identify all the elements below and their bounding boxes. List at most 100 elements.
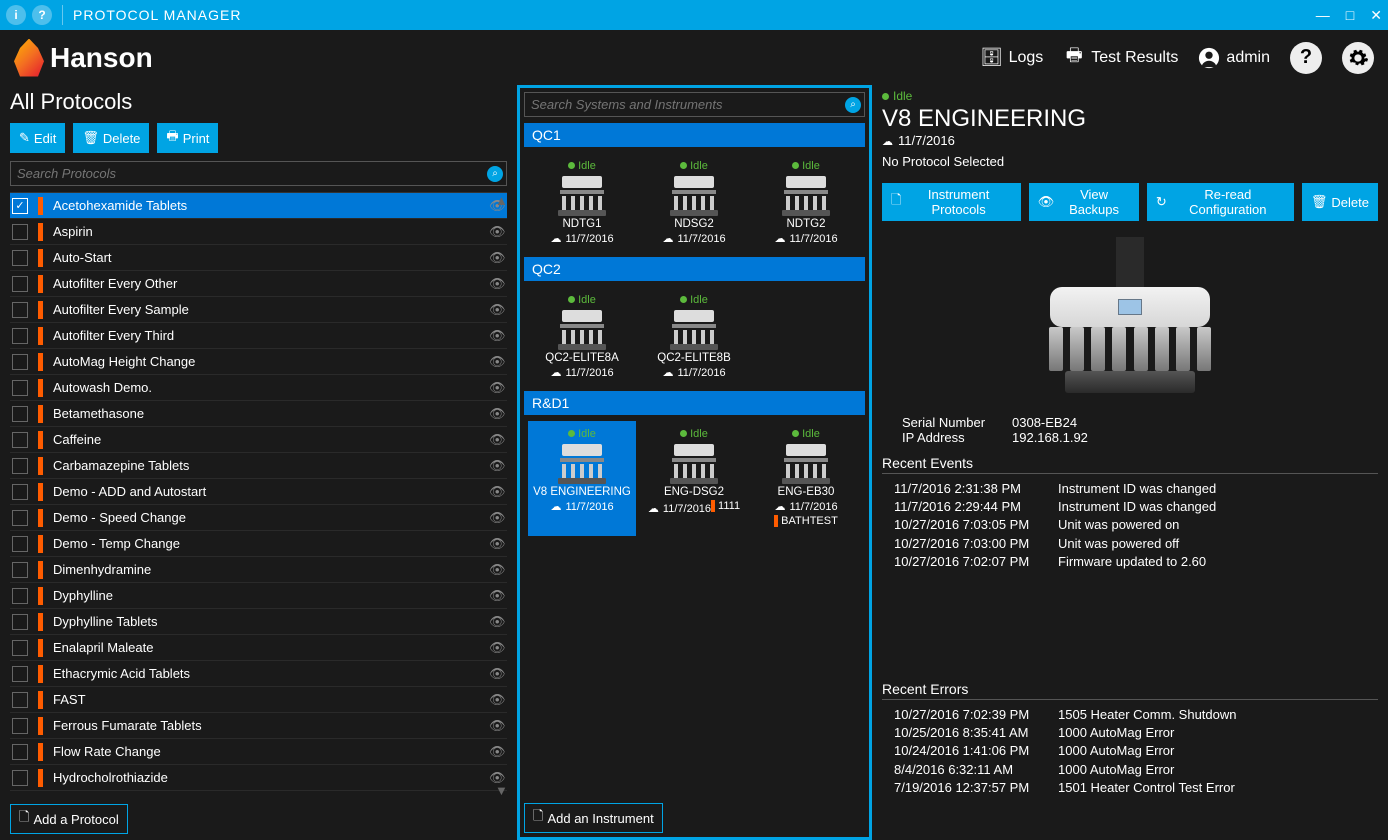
delete-button[interactable]: 🗑 Delete xyxy=(73,123,149,153)
instrument-card[interactable]: Idle QC2-ELITE8B 11/7/2016 xyxy=(640,287,748,385)
test-results-nav[interactable]: 🖶 Test Results xyxy=(1063,47,1178,69)
protocol-row[interactable]: Demo - Temp Change👁 xyxy=(10,531,507,557)
protocol-row[interactable]: AutoMag Height Change👁 xyxy=(10,349,507,375)
print-button[interactable]: 🖶 Print xyxy=(157,123,218,153)
user-nav[interactable]: admin xyxy=(1198,47,1270,69)
view-backups-button[interactable]: 👁 View Backups xyxy=(1029,183,1139,221)
close-icon[interactable]: ✕ xyxy=(1370,7,1382,24)
protocol-row[interactable]: Dimenhydramine👁 xyxy=(10,557,507,583)
checkbox[interactable] xyxy=(12,562,28,578)
checkbox[interactable] xyxy=(12,328,28,344)
instrument-card[interactable]: Idle ENG-EB30 11/7/2016BATHTEST xyxy=(752,421,860,536)
protocol-row[interactable]: Hydrocholrothiazide👁 xyxy=(10,765,507,791)
checkbox[interactable] xyxy=(12,276,28,292)
logs-icon: 🗄 xyxy=(981,47,1003,69)
maximize-icon[interactable]: □ xyxy=(1346,7,1354,24)
checkbox[interactable] xyxy=(12,484,28,500)
protocol-color-bar xyxy=(38,353,43,371)
protocol-row[interactable]: FAST👁 xyxy=(10,687,507,713)
protocol-row[interactable]: Autofilter Every Other👁 xyxy=(10,271,507,297)
ip-label: IP Address xyxy=(902,430,994,445)
checkbox[interactable] xyxy=(12,406,28,422)
instrument-card[interactable]: Idle NDTG2 11/7/2016 xyxy=(752,153,860,251)
instrument-icon xyxy=(670,176,718,216)
protocol-color-bar xyxy=(38,405,43,423)
instrument-card[interactable]: Idle QC2-ELITE8A 11/7/2016 xyxy=(528,287,636,385)
search-icon[interactable]: ⌕ xyxy=(487,166,503,182)
status-idle: Idle xyxy=(680,294,708,306)
reread-config-button[interactable]: ↻ Re-read Configuration xyxy=(1147,183,1294,221)
checkbox[interactable] xyxy=(12,692,28,708)
checkbox[interactable] xyxy=(12,354,28,370)
help-icon[interactable]: ? xyxy=(32,5,52,25)
instrument-card[interactable]: Idle NDTG1 11/7/2016 xyxy=(528,153,636,251)
search-protocols-input[interactable] xyxy=(10,161,507,186)
protocol-name: Carbamazepine Tablets xyxy=(53,458,489,473)
header-help-icon[interactable]: ? xyxy=(1290,42,1322,74)
search-icon[interactable]: ⌕ xyxy=(845,97,861,113)
protocol-name: Demo - Temp Change xyxy=(53,536,489,551)
checkbox[interactable] xyxy=(12,640,28,656)
search-instruments-input[interactable] xyxy=(524,92,865,117)
instrument-date: 11/7/2016 xyxy=(550,500,613,513)
checkbox[interactable] xyxy=(12,250,28,266)
instrument-card[interactable]: Idle NDSG2 11/7/2016 xyxy=(640,153,748,251)
protocol-row[interactable]: Enalapril Maleate👁 xyxy=(10,635,507,661)
serial-value: 0308-EB24 xyxy=(1012,415,1077,430)
checkbox[interactable] xyxy=(12,510,28,526)
instrument-protocols-button[interactable]: 🗋 Instrument Protocols xyxy=(882,183,1021,221)
protocol-row[interactable]: Aspirin👁 xyxy=(10,219,507,245)
add-instrument-button[interactable]: 🗋 Add an Instrument xyxy=(524,803,663,833)
protocol-row[interactable]: Autowash Demo.👁 xyxy=(10,375,507,401)
titlebar: i ? PROTOCOL MANAGER — □ ✕ xyxy=(0,0,1388,30)
protocol-row[interactable]: Dyphylline Tablets👁 xyxy=(10,609,507,635)
protocol-row[interactable]: Flow Rate Change👁 xyxy=(10,739,507,765)
instrument-card[interactable]: Idle ENG-DSG2 11/7/20161111 xyxy=(640,421,748,536)
protocol-row[interactable]: Betamethasone👁 xyxy=(10,401,507,427)
logs-nav[interactable]: 🗄 Logs xyxy=(981,47,1044,69)
checkbox[interactable] xyxy=(12,588,28,604)
checkbox[interactable] xyxy=(12,666,28,682)
group-header[interactable]: QC1 xyxy=(524,123,865,147)
protocol-row[interactable]: ✓Acetohexamide Tablets👁 xyxy=(10,193,507,219)
checkbox[interactable] xyxy=(12,770,28,786)
protocol-name: Aspirin xyxy=(53,224,489,239)
protocol-row[interactable]: Autofilter Every Sample👁 xyxy=(10,297,507,323)
instrument-name: ENG-DSG2 xyxy=(642,486,746,498)
edit-button[interactable]: ✎ Edit xyxy=(10,123,65,153)
protocol-color-bar xyxy=(38,587,43,605)
protocol-color-bar xyxy=(38,431,43,449)
checkbox[interactable] xyxy=(12,432,28,448)
checkbox[interactable] xyxy=(12,302,28,318)
settings-icon[interactable] xyxy=(1342,42,1374,74)
protocol-row[interactable]: Autofilter Every Third👁 xyxy=(10,323,507,349)
protocol-row[interactable]: Auto-Start👁 xyxy=(10,245,507,271)
protocol-row[interactable]: Dyphylline👁 xyxy=(10,583,507,609)
protocol-row[interactable]: Ethacrymic Acid Tablets👁 xyxy=(10,661,507,687)
checkbox[interactable] xyxy=(12,224,28,240)
protocol-row[interactable]: Ferrous Fumarate Tablets👁 xyxy=(10,713,507,739)
results-label: Test Results xyxy=(1091,49,1178,67)
checkbox[interactable] xyxy=(12,458,28,474)
checkbox[interactable] xyxy=(12,718,28,734)
protocol-row[interactable]: Carbamazepine Tablets👁 xyxy=(10,453,507,479)
protocol-color-bar xyxy=(38,275,43,293)
info-icon[interactable]: i xyxy=(6,5,26,25)
user-label: admin xyxy=(1226,49,1270,67)
add-protocol-button[interactable]: 🗋 Add a Protocol xyxy=(10,804,128,834)
checkbox[interactable] xyxy=(12,536,28,552)
protocol-row[interactable]: Demo - ADD and Autostart👁 xyxy=(10,479,507,505)
checkbox[interactable] xyxy=(12,380,28,396)
group-header[interactable]: R&D1 xyxy=(524,391,865,415)
checkbox[interactable] xyxy=(12,614,28,630)
protocol-row[interactable]: Demo - Speed Change👁 xyxy=(10,505,507,531)
checkbox[interactable]: ✓ xyxy=(12,198,28,214)
checkbox[interactable] xyxy=(12,744,28,760)
protocol-row[interactable]: Caffeine👁 xyxy=(10,427,507,453)
delete-instrument-button[interactable]: 🗑 Delete xyxy=(1302,183,1378,221)
protocol-color-bar xyxy=(38,717,43,735)
group-header[interactable]: QC2 xyxy=(524,257,865,281)
minimize-icon[interactable]: — xyxy=(1316,7,1330,24)
scrollbar[interactable]: ▲▼ xyxy=(495,193,507,798)
instrument-card[interactable]: Idle V8 ENGINEERING 11/7/2016 xyxy=(528,421,636,536)
